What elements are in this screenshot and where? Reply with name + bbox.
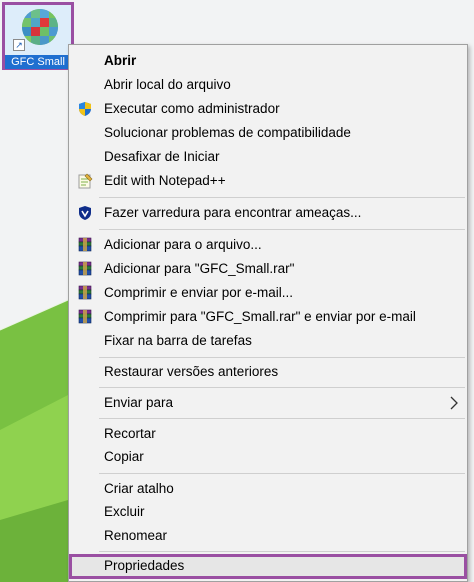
menu-item-label: Desafixar de Iniciar bbox=[104, 149, 220, 164]
menu-separator bbox=[99, 473, 465, 474]
menu-item-criar-atalho[interactable]: Criar atalho bbox=[69, 477, 467, 501]
winrar-icon bbox=[77, 285, 93, 301]
menu-item-adicionar-para-gfc-small-rar[interactable]: Adicionar para "GFC_Small.rar" bbox=[69, 257, 467, 281]
menu-item-copiar[interactable]: Copiar bbox=[69, 445, 467, 469]
menu-item-comprimir-e-enviar[interactable]: Comprimir e enviar por e-mail... bbox=[69, 281, 467, 305]
menu-item-desafixar-de-iniciar[interactable]: Desafixar de Iniciar bbox=[69, 145, 467, 169]
menu-item-label: Recortar bbox=[104, 426, 156, 441]
menu-separator bbox=[99, 387, 465, 388]
notepadpp-icon bbox=[77, 173, 93, 189]
menu-item-label: Enviar para bbox=[104, 395, 174, 410]
menu-item-excluir[interactable]: Excluir bbox=[69, 500, 467, 524]
context-menu: Abrir Abrir local do arquivo Executar co… bbox=[68, 44, 468, 582]
menu-item-executar-como-administrador[interactable]: Executar como administrador bbox=[69, 97, 467, 121]
menu-item-label: Fixar na barra de tarefas bbox=[104, 333, 252, 348]
desktop-shortcut-gfc-small[interactable]: ↗ GFC Small bbox=[2, 2, 74, 70]
menu-item-label: Executar como administrador bbox=[104, 101, 280, 116]
menu-item-label: Abrir local do arquivo bbox=[104, 77, 231, 92]
menu-item-comprimir-para-gfc-small-rar-e-enviar[interactable]: Comprimir para "GFC_Small.rar" e enviar … bbox=[69, 305, 467, 329]
menu-separator bbox=[99, 551, 465, 552]
menu-item-enviar-para[interactable]: Enviar para bbox=[69, 391, 467, 415]
shortcut-arrow-icon: ↗ bbox=[13, 39, 25, 51]
menu-item-label: Copiar bbox=[104, 449, 144, 464]
menu-separator bbox=[99, 418, 465, 419]
menu-item-abrir-local-do-arquivo[interactable]: Abrir local do arquivo bbox=[69, 73, 467, 97]
uac-shield-icon bbox=[77, 101, 93, 117]
menu-item-label: Adicionar para o arquivo... bbox=[104, 237, 262, 252]
menu-item-renomear[interactable]: Renomear bbox=[69, 524, 467, 548]
menu-item-recortar[interactable]: Recortar bbox=[69, 422, 467, 446]
defender-shield-icon bbox=[77, 205, 93, 221]
gfc-app-icon bbox=[22, 9, 58, 45]
menu-item-edit-with-notepadpp[interactable]: Edit with Notepad++ bbox=[69, 169, 467, 193]
menu-item-label: Excluir bbox=[104, 504, 145, 519]
menu-item-label: Adicionar para "GFC_Small.rar" bbox=[104, 261, 295, 276]
menu-separator bbox=[99, 229, 465, 230]
menu-item-label: Edit with Notepad++ bbox=[104, 173, 226, 188]
menu-item-propriedades[interactable]: Propriedades bbox=[69, 554, 467, 579]
winrar-icon bbox=[77, 237, 93, 253]
menu-item-label: Renomear bbox=[104, 528, 168, 543]
menu-item-label: Propriedades bbox=[104, 558, 185, 573]
chevron-right-icon bbox=[450, 396, 458, 410]
desktop-icon-label: GFC Small bbox=[5, 55, 71, 69]
menu-separator bbox=[99, 357, 465, 358]
menu-item-adicionar-para-o-arquivo[interactable]: Adicionar para o arquivo... bbox=[69, 233, 467, 257]
menu-item-label: Solucionar problemas de compatibilidade bbox=[104, 125, 351, 140]
menu-item-solucionar-problemas[interactable]: Solucionar problemas de compatibilidade bbox=[69, 121, 467, 145]
winrar-icon bbox=[77, 309, 93, 325]
menu-item-label: Comprimir e enviar por e-mail... bbox=[104, 285, 294, 300]
winrar-icon bbox=[77, 261, 93, 277]
menu-separator bbox=[99, 197, 465, 198]
menu-item-label: Fazer varredura para encontrar ameaças..… bbox=[104, 205, 362, 220]
menu-item-label: Abrir bbox=[104, 53, 137, 68]
menu-item-label: Comprimir para "GFC_Small.rar" e enviar … bbox=[104, 309, 416, 324]
menu-item-restaurar-versoes-anteriores[interactable]: Restaurar versões anteriores bbox=[69, 360, 467, 384]
menu-item-abrir[interactable]: Abrir bbox=[69, 49, 467, 73]
menu-item-fixar-na-barra-de-tarefas[interactable]: Fixar na barra de tarefas bbox=[69, 329, 467, 353]
menu-item-label: Restaurar versões anteriores bbox=[104, 364, 279, 379]
menu-item-label: Criar atalho bbox=[104, 481, 174, 496]
menu-item-fazer-varredura[interactable]: Fazer varredura para encontrar ameaças..… bbox=[69, 201, 467, 225]
